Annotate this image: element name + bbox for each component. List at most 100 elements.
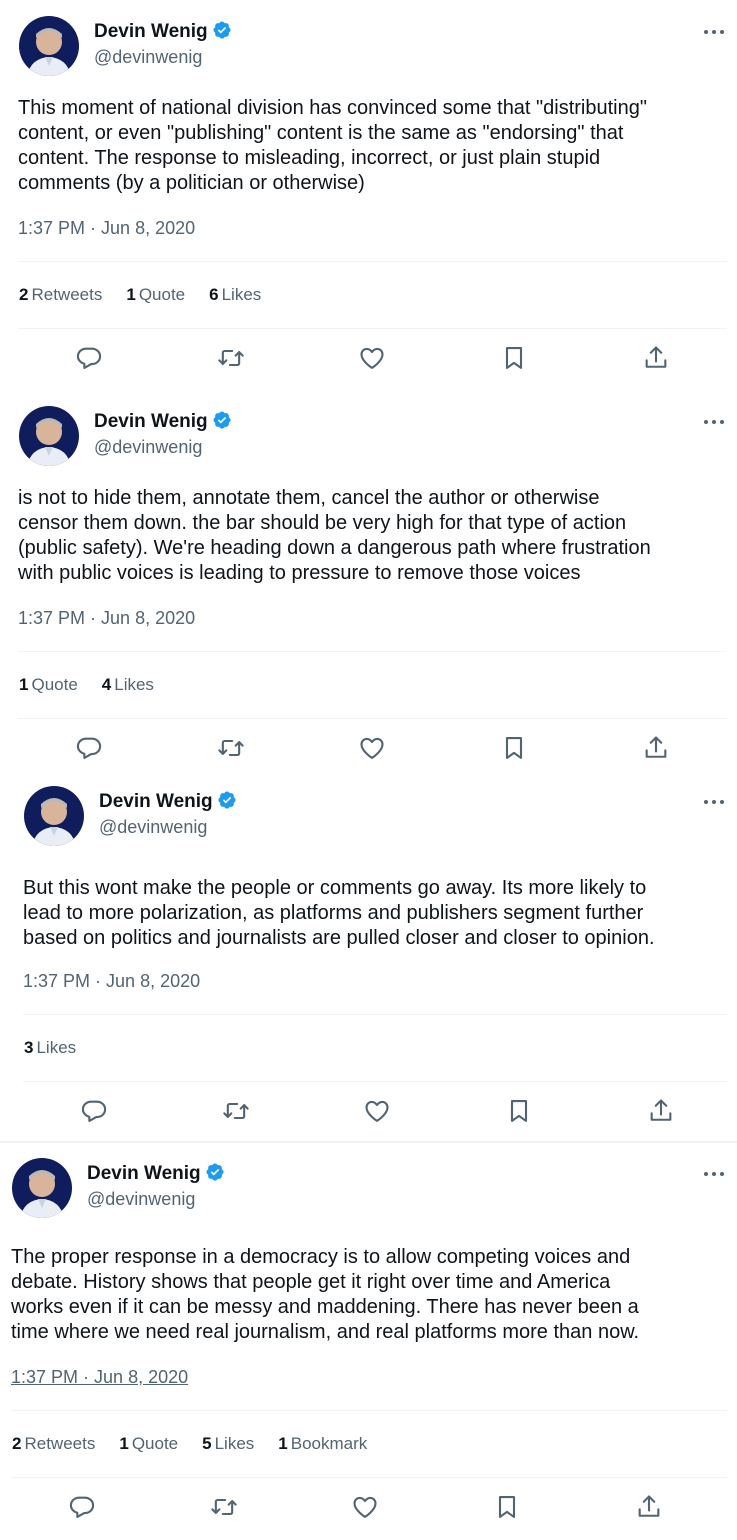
tweet-timestamp[interactable]: 1:37 PM · Jun 8, 2020 — [11, 1366, 188, 1388]
author-name[interactable]: Devin Wenig — [94, 20, 232, 47]
tweet-card[interactable]: Devin Wenig @devinwenig But this wont ma… — [0, 770, 737, 1142]
more-options-button[interactable] — [704, 797, 728, 807]
author-handle[interactable]: @devinwenig — [99, 816, 207, 838]
retweet-button[interactable] — [217, 344, 245, 372]
bookmark-icon — [505, 1097, 533, 1125]
author-handle[interactable]: @devinwenig — [94, 436, 202, 458]
bookmark-button[interactable] — [493, 1493, 521, 1521]
more-options-button[interactable] — [704, 27, 728, 37]
more-options-button[interactable] — [704, 1169, 728, 1179]
divider — [23, 1081, 727, 1082]
author-handle[interactable]: @devinwenig — [94, 46, 202, 68]
bookmark-button[interactable] — [500, 344, 528, 372]
stat-likes[interactable]: 6 Likes — [209, 284, 261, 306]
share-icon — [642, 344, 670, 372]
reply-icon — [68, 1493, 96, 1521]
stat-count: 2 — [12, 1434, 22, 1453]
divider — [18, 328, 727, 329]
stat-retweets[interactable]: 2 Retweets — [19, 284, 102, 306]
reply-icon — [80, 1097, 108, 1125]
share-button[interactable] — [642, 734, 670, 762]
stat-label: Likes — [214, 1434, 255, 1453]
retweet-button[interactable] — [210, 1493, 238, 1521]
verified-icon — [212, 410, 232, 437]
reply-button[interactable] — [75, 344, 103, 372]
divider — [11, 1410, 727, 1411]
divider — [18, 651, 727, 652]
retweet-icon — [217, 344, 245, 372]
retweet-icon — [217, 734, 245, 762]
tweet-text: But this wont make the people or comment… — [23, 877, 655, 949]
avatar[interactable] — [19, 16, 79, 76]
stat-count: 6 — [209, 285, 219, 304]
reply-icon — [75, 734, 103, 762]
stat-likes[interactable]: 5 Likes — [202, 1433, 254, 1455]
stat-count: 4 — [101, 675, 112, 694]
like-icon — [363, 1097, 391, 1125]
retweet-icon — [210, 1493, 238, 1521]
like-button[interactable] — [351, 1493, 379, 1521]
like-icon — [358, 344, 386, 372]
more-options-button[interactable] — [704, 417, 728, 427]
divider — [23, 1014, 727, 1015]
bookmark-icon — [500, 344, 528, 372]
stat-label: Retweets — [24, 1434, 96, 1453]
stat-label: Likes — [36, 1038, 77, 1057]
stat-bookmark[interactable]: 1 Bookmark — [278, 1433, 367, 1455]
stat-label: Likes — [221, 285, 262, 304]
stat-label: Quote — [138, 285, 186, 304]
stat-quote[interactable]: 1 Quote — [19, 674, 78, 696]
stat-label: Bookmark — [290, 1434, 368, 1453]
reply-button[interactable] — [68, 1493, 96, 1521]
tweet-text: The proper response in a democracy is to… — [11, 1246, 640, 1343]
tweet-timestamp[interactable]: 1:37 PM · Jun 8, 2020 — [23, 970, 200, 992]
tweet-card[interactable]: Devin Wenig @devinwenig This moment of n… — [0, 0, 737, 390]
like-button[interactable] — [358, 734, 386, 762]
bookmark-icon — [493, 1493, 521, 1521]
stat-quote[interactable]: 1 Quote — [126, 284, 185, 306]
thread-separator — [0, 1141, 737, 1143]
stat-retweets[interactable]: 2 Retweets — [12, 1433, 95, 1455]
tweet-card[interactable]: Devin Wenig @devinwenig The proper respo… — [0, 1142, 737, 1540]
bookmark-icon — [500, 734, 528, 762]
tweet-stats: 2 Retweets 1 Quote 5 Likes 1 Bookmark — [12, 1433, 391, 1455]
author-handle[interactable]: @devinwenig — [87, 1188, 195, 1210]
reply-button[interactable] — [80, 1097, 108, 1125]
stat-count: 2 — [19, 285, 29, 304]
share-button[interactable] — [647, 1097, 675, 1125]
retweet-button[interactable] — [217, 734, 245, 762]
stat-quote[interactable]: 1 Quote — [119, 1433, 178, 1455]
share-button[interactable] — [635, 1493, 663, 1521]
stat-count: 1 — [19, 675, 29, 694]
author-name[interactable]: Devin Wenig — [87, 1162, 225, 1189]
reply-button[interactable] — [75, 734, 103, 762]
retweet-button[interactable] — [222, 1097, 250, 1125]
stat-likes[interactable]: 3 Likes — [24, 1037, 76, 1059]
author-name[interactable]: Devin Wenig — [94, 410, 232, 437]
share-button[interactable] — [642, 344, 670, 372]
stat-count: 1 — [119, 1434, 129, 1453]
tweet-card[interactable]: Devin Wenig @devinwenig is not to hide t… — [0, 390, 737, 770]
like-button[interactable] — [363, 1097, 391, 1125]
share-icon — [642, 734, 670, 762]
share-icon — [635, 1493, 663, 1521]
stat-label: Retweets — [31, 285, 103, 304]
avatar[interactable] — [12, 1158, 72, 1218]
avatar[interactable] — [19, 406, 79, 466]
avatar[interactable] — [24, 786, 84, 846]
tweet-timestamp[interactable]: 1:37 PM · Jun 8, 2020 — [18, 607, 195, 629]
stat-label: Quote — [131, 1434, 179, 1453]
like-button[interactable] — [358, 344, 386, 372]
divider — [18, 261, 727, 262]
stat-label: Quote — [31, 675, 78, 694]
tweet-stats: 3 Likes — [24, 1037, 100, 1059]
tweet-timestamp[interactable]: 1:37 PM · Jun 8, 2020 — [18, 217, 195, 239]
bookmark-button[interactable] — [505, 1097, 533, 1125]
stat-likes[interactable]: 4 Likes — [102, 674, 154, 696]
tweet-stats: 2 Retweets 1 Quote 6 Likes — [19, 284, 285, 306]
author-name[interactable]: Devin Wenig — [99, 790, 237, 817]
verified-icon — [212, 20, 232, 47]
stat-count: 1 — [278, 1434, 288, 1453]
like-icon — [358, 734, 386, 762]
bookmark-button[interactable] — [500, 734, 528, 762]
